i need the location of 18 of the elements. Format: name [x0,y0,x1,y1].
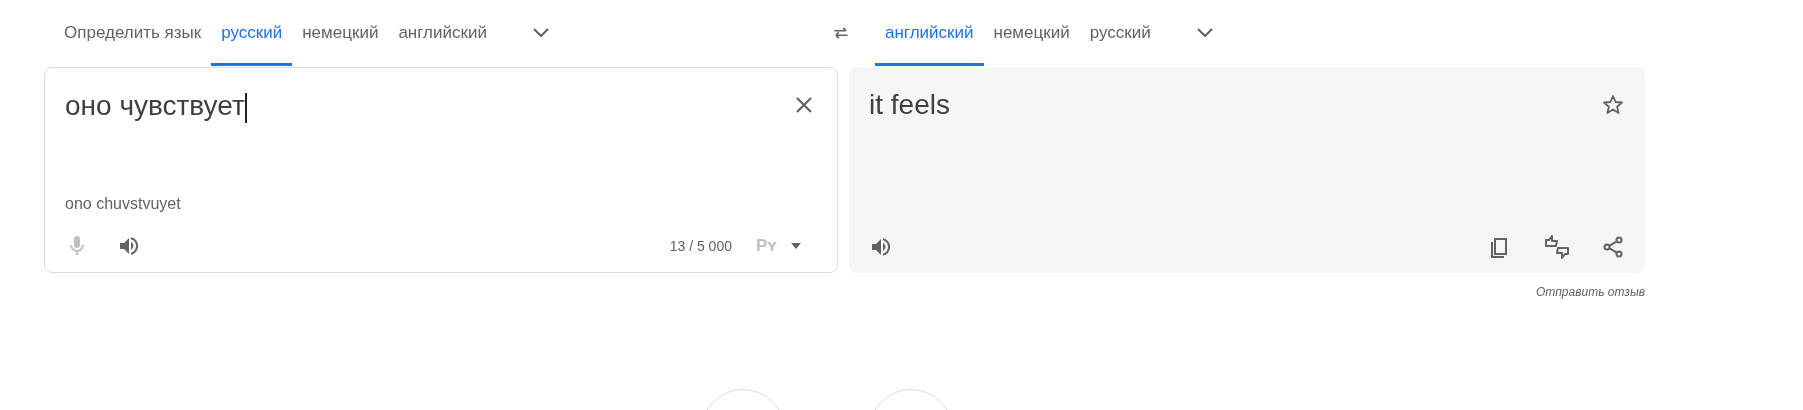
feedback-link[interactable]: Отправить отзыв [1535,283,1645,301]
transliteration-text: ono chuvstvuyet [65,194,182,214]
star-icon[interactable] [1601,93,1625,117]
caret-down-icon [791,243,801,249]
language-tab[interactable]: немецкий [292,0,389,66]
speaker-icon[interactable] [117,234,141,258]
language-tab[interactable]: английский [388,0,497,66]
close-icon[interactable] [795,96,813,114]
thumbs-up-down-icon[interactable] [1543,235,1571,259]
speaker-icon[interactable] [869,235,893,259]
language-tab[interactable]: русский [1079,0,1161,66]
source-text-field[interactable]: оно чувствует [65,88,795,124]
share-icon[interactable] [1601,235,1625,259]
language-tab[interactable]: немецкий [983,0,1080,66]
language-tab[interactable]: русский [211,0,293,66]
character-count: 13 / 5 000 [669,236,732,256]
language-tab[interactable]: Определить язык [54,0,212,66]
translation-text: it feels [869,88,951,122]
